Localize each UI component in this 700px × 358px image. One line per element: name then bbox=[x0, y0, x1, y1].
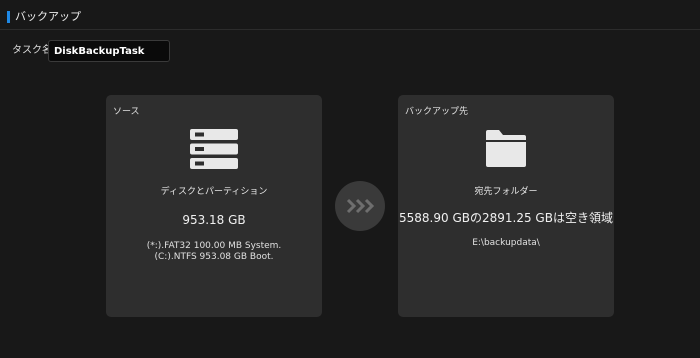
destination-card-title: バックアップ先 bbox=[405, 107, 469, 117]
drive-stack-icon bbox=[190, 129, 238, 169]
destination-label: 宛先フォルダー bbox=[474, 187, 538, 197]
partition-item: (C:).NTFS 953.08 GB Boot. bbox=[154, 252, 274, 262]
destination-card[interactable]: バックアップ先 宛先フォルダー 5588.90 GBの2891.25 GBは空き… bbox=[398, 95, 614, 317]
folder-icon bbox=[486, 130, 526, 167]
task-name-input[interactable] bbox=[48, 40, 170, 62]
backup-page: バックアップ タスク名: ソース ディスクとパーティション 953.18 GB … bbox=[0, 0, 700, 358]
source-card[interactable]: ソース ディスクとパーティション 953.18 GB (*:).FAT32 10… bbox=[106, 95, 322, 317]
source-label: ディスクとパーティション bbox=[160, 187, 268, 197]
destination-path: E:\backupdata\ bbox=[472, 238, 540, 248]
destination-capacity: 5588.90 GBの2891.25 GBは空き領域 bbox=[399, 211, 613, 225]
page-title: バックアップ bbox=[15, 10, 81, 23]
page-header: バックアップ bbox=[0, 0, 700, 30]
source-card-title: ソース bbox=[113, 107, 140, 117]
partition-list: (*:).FAT32 100.00 MB System. (C:).NTFS 9… bbox=[106, 241, 322, 263]
header-accent-bar bbox=[7, 11, 10, 23]
source-size: 953.18 GB bbox=[182, 213, 246, 227]
direction-arrow bbox=[335, 181, 385, 231]
triple-chevron-right-icon bbox=[346, 198, 374, 214]
partition-item: (*:).FAT32 100.00 MB System. bbox=[146, 241, 282, 251]
